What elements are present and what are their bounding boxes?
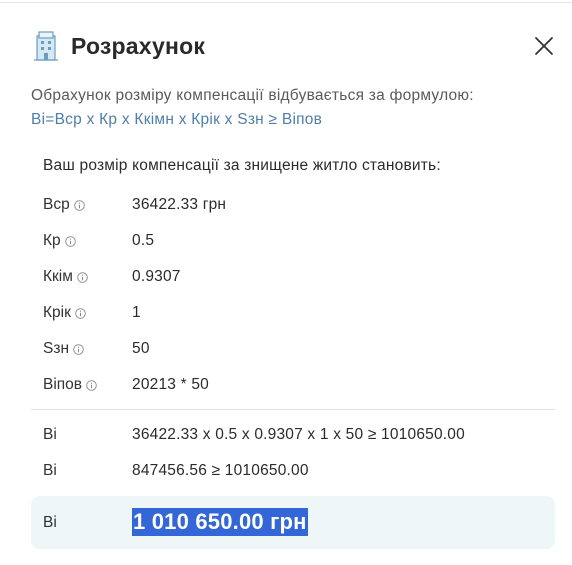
total-label: Ві — [43, 514, 57, 531]
param-name: Віпов — [43, 376, 97, 394]
param-name-text: Вср — [43, 196, 70, 213]
dialog-title: Розрахунок — [71, 33, 206, 59]
param-name-text: Крік — [43, 304, 71, 321]
calc-value: 36422.33 х 0.5 х 0.9307 х 1 х 50 ≥ 10106… — [132, 426, 465, 443]
total-box: Ві 1 010 650.00 грн — [31, 496, 555, 549]
param-row-kkim: Ккім 0.9307 — [43, 268, 513, 290]
param-name: Крік — [43, 304, 86, 322]
param-value: 0.5 — [132, 232, 155, 249]
close-icon[interactable] — [533, 35, 555, 57]
calc-label: Ві — [43, 426, 57, 443]
param-name: Вср — [43, 196, 85, 214]
param-name-text: Sзн — [43, 340, 70, 357]
param-name: Кр — [43, 232, 76, 250]
info-icon[interactable] — [75, 306, 86, 320]
param-value: 50 — [132, 340, 150, 357]
param-value: 0.9307 — [132, 268, 181, 285]
param-row-szn: Sзн 50 — [43, 340, 513, 362]
param-value: 36422.33 грн — [132, 196, 227, 213]
param-value: 20213 * 50 — [132, 376, 209, 393]
param-name-text: Кр — [43, 232, 61, 249]
param-row-vipov: Віпов 20213 * 50 — [43, 376, 513, 398]
param-row-krik: Крік 1 — [43, 304, 513, 326]
param-name-text: Віпов — [43, 376, 83, 393]
total-amount[interactable]: 1 010 650.00 грн — [132, 508, 308, 536]
param-name: Ккім — [43, 268, 88, 286]
param-name-text: Ккім — [43, 268, 73, 285]
dialog-header: Розрахунок — [33, 30, 557, 64]
formula-expression: Ві=Вср х Кр х Ккімн х Крік х Sзн ≥ Віпов — [31, 111, 323, 128]
info-icon[interactable] — [64, 234, 76, 248]
top-divider — [0, 2, 572, 3]
info-icon[interactable] — [73, 198, 85, 212]
building-icon — [33, 30, 59, 62]
calc-value: 847456.56 ≥ 1010650.00 — [132, 462, 309, 479]
info-icon[interactable] — [86, 378, 97, 392]
info-icon[interactable] — [77, 270, 88, 284]
section-divider — [31, 409, 555, 410]
param-row-kr: Кр 0.5 — [43, 232, 513, 254]
result-heading: Ваш розмір компенсації за знищене житло … — [43, 157, 441, 174]
formula-intro: Обрахунок розміру компенсації відбуваєть… — [31, 87, 474, 104]
param-value: 1 — [132, 304, 141, 321]
param-row-vsr: Вср 36422.33 грн — [43, 196, 513, 218]
param-name: Sзн — [43, 340, 84, 358]
info-icon[interactable] — [73, 342, 84, 356]
calc-label: Ві — [43, 462, 57, 479]
